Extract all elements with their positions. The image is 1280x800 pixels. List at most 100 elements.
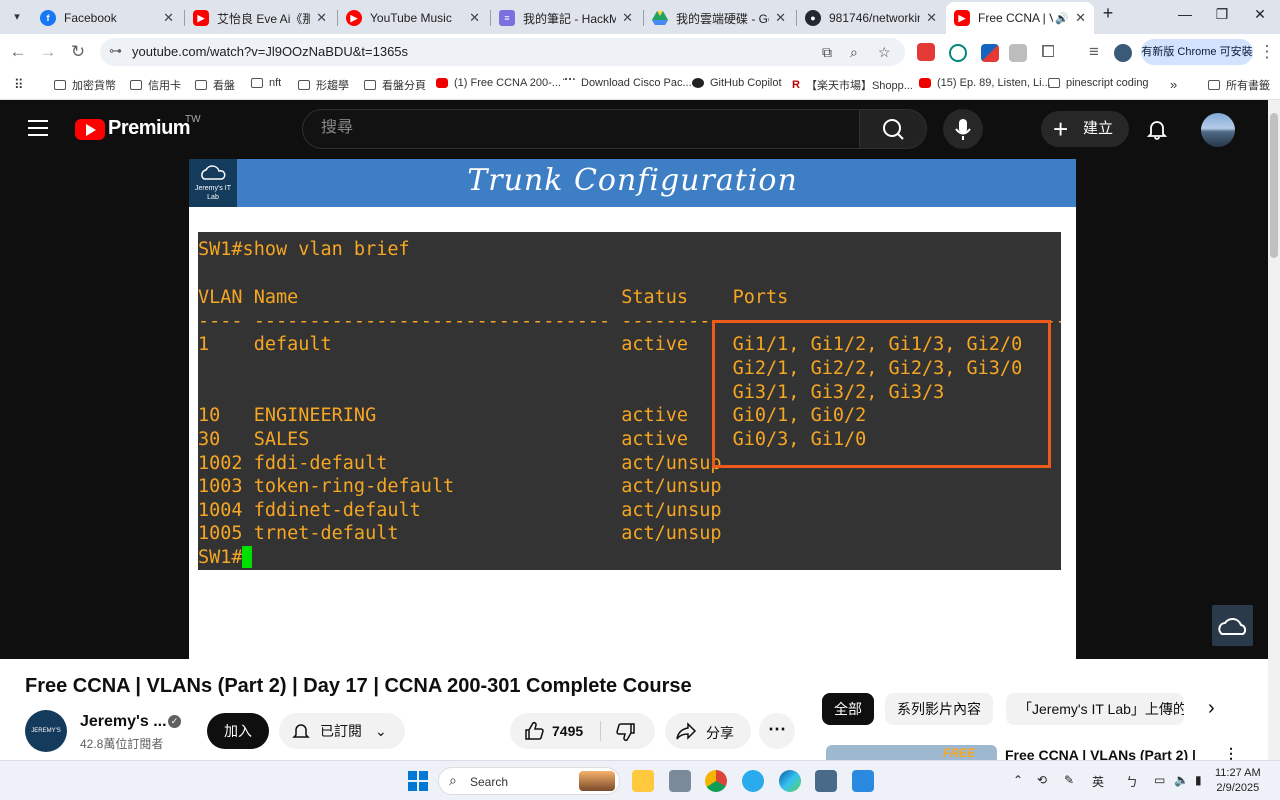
- display-icon[interactable]: ▭: [1154, 773, 1165, 787]
- chip-series[interactable]: 系列影片內容: [885, 693, 993, 725]
- address-bar[interactable]: ⊶ youtube.com/watch?v=Jl9OOzNaBDU&t=1365…: [100, 38, 905, 66]
- related-video-thumbnail[interactable]: FREE: [826, 745, 997, 760]
- profile-icon[interactable]: [1114, 44, 1132, 62]
- youtube-icon: [436, 78, 448, 88]
- tab-google-drive[interactable]: 我的雲端硬碟 - Goog ✕: [644, 4, 794, 32]
- bookmark-folder[interactable]: 看盤分頁: [364, 77, 426, 93]
- chip-all[interactable]: 全部: [822, 693, 874, 725]
- extension-new-icon[interactable]: [917, 43, 935, 61]
- notepad-icon[interactable]: [852, 770, 874, 792]
- search-input[interactable]: [321, 119, 841, 137]
- back-icon[interactable]: ←: [6, 40, 30, 64]
- clock-time: 11:27 AM: [1215, 767, 1261, 779]
- network-sync-icon[interactable]: ⟲: [1037, 773, 1047, 787]
- close-icon[interactable]: ✕: [469, 10, 480, 26]
- search-button[interactable]: [859, 109, 927, 149]
- close-icon[interactable]: ✕: [622, 10, 633, 26]
- forward-icon[interactable]: →: [36, 40, 60, 64]
- zoom-icon[interactable]: ⌕: [850, 44, 858, 61]
- calculator-icon[interactable]: [815, 770, 837, 792]
- pen-icon[interactable]: ✎: [1064, 773, 1074, 787]
- close-window-icon[interactable]: ✕: [1237, 6, 1280, 23]
- tab-free-ccna-active[interactable]: ▶ Free CCNA | VLAN 🔊 ✕: [946, 2, 1094, 34]
- windows-start-icon[interactable]: [407, 770, 429, 792]
- media-control-icon[interactable]: ≡: [1082, 40, 1106, 64]
- extensions-puzzle-icon[interactable]: ⧠: [1036, 40, 1060, 64]
- bookmark-folder[interactable]: pinescript coding: [1048, 77, 1149, 89]
- close-icon[interactable]: ✕: [926, 10, 937, 26]
- close-icon[interactable]: ✕: [775, 10, 786, 26]
- create-button[interactable]: + 建立: [1041, 111, 1129, 147]
- cast-icon[interactable]: ⧉: [822, 44, 832, 61]
- file-explorer-icon[interactable]: [632, 770, 654, 792]
- site-info-icon[interactable]: ⊶: [109, 43, 122, 59]
- extension-grey-icon[interactable]: [1009, 44, 1027, 62]
- ime-mode-icon[interactable]: ㄅ: [1126, 773, 1138, 790]
- tab-hackmd[interactable]: ≡ 我的筆記 - HackMD ✕: [491, 4, 641, 32]
- chevron-right-icon[interactable]: ›: [1208, 697, 1215, 720]
- channel-watermark-icon[interactable]: [1212, 605, 1253, 646]
- voice-search-button[interactable]: [943, 109, 983, 149]
- bookmark-folder[interactable]: 形趨學: [298, 77, 349, 93]
- youtube-logo-icon[interactable]: [75, 119, 105, 140]
- tab-title: 981746/networking-: [829, 11, 920, 25]
- more-actions-icon[interactable]: ⋯: [759, 713, 795, 749]
- bookmark-star-icon[interactable]: ☆: [878, 44, 891, 61]
- extension-flag-icon[interactable]: [981, 44, 999, 62]
- apps-grid-icon[interactable]: ⠿: [14, 77, 24, 93]
- bookmark-link[interactable]: GitHub Copilot: [692, 77, 782, 89]
- scrollbar-thumb[interactable]: [1270, 113, 1278, 258]
- tab-search-button[interactable]: ▾: [5, 5, 29, 29]
- edge-icon[interactable]: [779, 770, 801, 792]
- reload-icon[interactable]: ↻: [66, 40, 90, 64]
- new-tab-button[interactable]: +: [1094, 3, 1122, 24]
- bookmarks-overflow-button[interactable]: »: [1170, 77, 1177, 92]
- search-box[interactable]: [302, 109, 860, 149]
- folder-icon: [1048, 78, 1060, 88]
- system-clock[interactable]: 11:27 AM 2/9/2025: [1215, 766, 1261, 796]
- bookmark-folder[interactable]: 看盤: [195, 77, 235, 93]
- close-icon[interactable]: ✕: [1075, 10, 1086, 26]
- bookmark-link[interactable]: Download Cisco Pac...: [563, 77, 692, 89]
- youtube-premium-label[interactable]: Premium: [108, 117, 191, 140]
- subscribed-button[interactable]: 已訂閱 ⌄: [279, 713, 405, 749]
- close-icon[interactable]: ✕: [163, 10, 174, 26]
- bookmark-folder[interactable]: 加密貨幣: [54, 77, 116, 93]
- bookmark-link[interactable]: R 【楽天市場】Shopp...: [792, 77, 913, 93]
- extension-g-icon[interactable]: [949, 44, 967, 62]
- tray-overflow-icon[interactable]: ⌃: [1013, 773, 1023, 787]
- notifications-bell-icon[interactable]: [1146, 118, 1168, 140]
- menu-hamburger-icon[interactable]: [28, 120, 48, 136]
- tab-github[interactable]: ● 981746/networking- ✕: [797, 4, 945, 32]
- share-button[interactable]: 分享: [665, 713, 751, 749]
- page-scrollbar[interactable]: [1268, 100, 1280, 760]
- chip-uploads-from-channel[interactable]: 「Jeremy's IT Lab」上傳的: [1006, 693, 1184, 725]
- ime-language-indicator[interactable]: 英: [1092, 773, 1104, 790]
- taskbar-search-box[interactable]: ⌕ Search: [438, 767, 620, 795]
- chrome-update-button[interactable]: 有新版 Chrome 可安裝: [1141, 39, 1253, 65]
- battery-icon[interactable]: ▮: [1195, 773, 1202, 787]
- tab-eve-ai[interactable]: ▶ 艾怡良 Eve Ai《那時 ✕: [185, 4, 335, 32]
- bookmark-link[interactable]: (15) Ep. 89, Listen, Li...: [919, 77, 1051, 89]
- menu-kebab-icon[interactable]: ⋮: [1255, 40, 1279, 64]
- telegram-icon[interactable]: [742, 770, 764, 792]
- thumbs-up-icon[interactable]: [522, 719, 546, 743]
- volume-icon[interactable]: 🔈: [1174, 773, 1189, 787]
- slide-banner: Trunk Configuration Jeremy's IT Lab: [189, 159, 1076, 207]
- channel-name[interactable]: Jeremy's ...: [80, 713, 167, 731]
- account-avatar[interactable]: [1201, 113, 1235, 147]
- tab-youtube-music[interactable]: ▶ YouTube Music ✕: [338, 4, 488, 32]
- close-icon[interactable]: ✕: [316, 10, 327, 26]
- bookmark-folder[interactable]: 信用卡: [130, 77, 181, 93]
- tab-facebook[interactable]: f Facebook ✕: [32, 4, 182, 32]
- bookmark-link[interactable]: (1) Free CCNA 200-...: [436, 77, 561, 89]
- chrome-icon[interactable]: [705, 770, 727, 792]
- video-player[interactable]: Trunk Configuration Jeremy's IT Lab SW1#…: [0, 158, 1268, 659]
- speaker-icon[interactable]: 🔊: [1055, 12, 1069, 25]
- thumbs-down-icon[interactable]: [614, 720, 638, 744]
- bookmark-folder[interactable]: nft: [251, 77, 281, 89]
- app-icon[interactable]: [669, 770, 691, 792]
- all-bookmarks-folder[interactable]: 所有書籤: [1208, 77, 1270, 93]
- join-button[interactable]: 加入: [207, 713, 269, 749]
- channel-avatar[interactable]: JEREMY'S: [25, 710, 67, 752]
